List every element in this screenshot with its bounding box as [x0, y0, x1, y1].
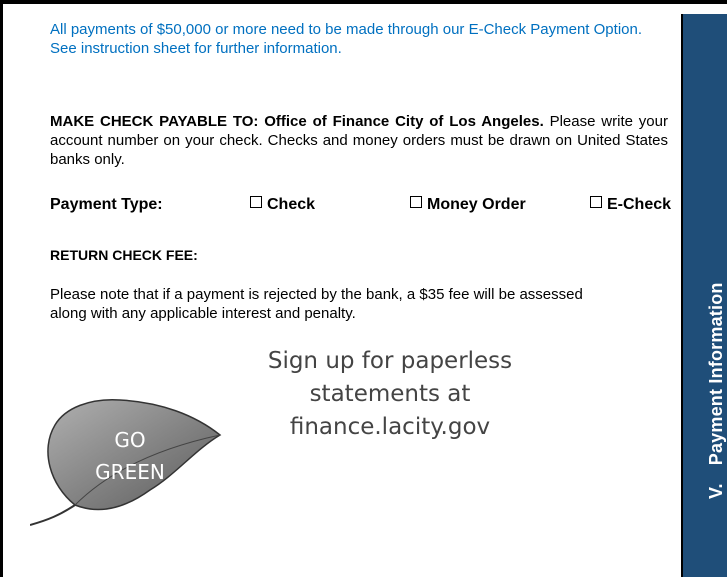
signup-line-2: statements at: [309, 381, 471, 407]
section-sidebar: V. Payment Information: [681, 14, 727, 577]
checkbox-icon[interactable]: [590, 196, 602, 208]
paperless-signup: Sign up for paperless statements at fina…: [240, 345, 540, 444]
return-check-heading: RETURN CHECK FEE:: [50, 247, 198, 263]
payable-instructions: MAKE CHECK PAYABLE TO: Office of Finance…: [50, 112, 668, 169]
e-check-notice: All payments of $50,000 or more need to …: [50, 21, 643, 57]
return-check-body: Please note that if a payment is rejecte…: [50, 286, 583, 322]
left-rule: [0, 0, 3, 577]
payment-type-label: Payment Type:: [50, 196, 163, 213]
money-order-option[interactable]: Money Order: [410, 196, 526, 214]
money-order-option-label: Money Order: [427, 196, 526, 213]
e-check-option-label: E-Check: [607, 196, 672, 213]
check-option-label: Check: [267, 196, 316, 213]
section-number: V.: [706, 483, 726, 499]
sidebar-title: V. Payment Information: [706, 282, 727, 499]
e-check-option[interactable]: E-Check: [590, 196, 671, 214]
leaf-text-green: GREEN: [95, 460, 165, 484]
signup-line-3: finance.lacity.gov: [289, 414, 491, 440]
check-option[interactable]: Check: [250, 196, 315, 214]
checkbox-icon[interactable]: [250, 196, 262, 208]
checkbox-icon[interactable]: [410, 196, 422, 208]
payable-heading: MAKE CHECK PAYABLE TO: Office of Finance…: [50, 113, 544, 130]
top-rule: [0, 0, 727, 4]
go-green-leaf: GO GREEN: [29, 390, 230, 530]
payment-information-section: All payments of $50,000 or more need to …: [0, 0, 727, 577]
payment-type-row: Payment Type: Check Money Order E-Check: [50, 196, 680, 218]
section-title: Payment Information: [706, 282, 726, 466]
signup-line-1: Sign up for paperless: [267, 348, 513, 374]
leaf-text-go: GO: [114, 428, 146, 452]
